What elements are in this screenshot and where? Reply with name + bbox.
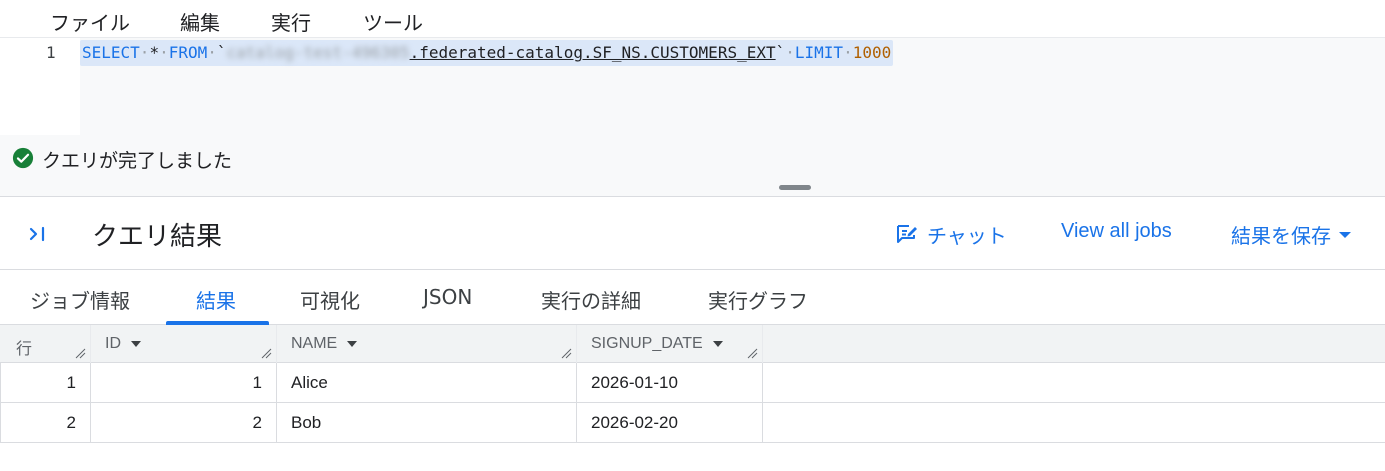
line-number: 1 (46, 43, 56, 62)
menu-file[interactable]: ファイル (50, 7, 130, 36)
table-header: 行 ID NAME SIGNUP_DATE (0, 325, 763, 363)
tab-json[interactable]: JSON (423, 285, 472, 309)
cell-row-number: 1 (0, 363, 91, 403)
sort-caret-icon (712, 341, 723, 347)
tab-execution-details[interactable]: 実行の詳細 (541, 285, 641, 314)
sort-caret-icon (347, 341, 358, 347)
cell-id[interactable]: 2 (91, 403, 277, 443)
column-header-id[interactable]: ID (91, 325, 277, 363)
line-gutter: 1 (0, 38, 80, 135)
column-header-row[interactable]: 行 (0, 325, 91, 363)
cell-name[interactable]: Bob (277, 403, 577, 443)
view-all-jobs-link[interactable]: View all jobs (1061, 220, 1172, 243)
keyword-limit: LIMIT (794, 43, 844, 62)
status-text: クエリが完了しました (42, 150, 233, 172)
tab-job-info[interactable]: ジョブ情報 (30, 285, 130, 314)
table-row[interactable]: 2 2 Bob 2026-02-20 (0, 403, 1385, 443)
code-line[interactable]: SELECT·*·FROM·`catalog-test-496305.feder… (80, 40, 894, 66)
table-row[interactable]: 1 1 Alice 2026-01-10 (0, 363, 1385, 403)
collapse-panel-icon[interactable] (28, 224, 50, 244)
cell-signup-date[interactable]: 2026-01-10 (577, 363, 763, 403)
column-label-signup-date: SIGNUP_DATE (591, 335, 723, 353)
column-label-row: 行 (16, 341, 33, 358)
tab-results[interactable]: 結果 (196, 285, 236, 314)
resize-drag-handle[interactable] (779, 185, 811, 190)
check-circle-icon (12, 147, 34, 169)
menu-edit[interactable]: 編集 (180, 7, 220, 36)
menu-run[interactable]: 実行 (271, 7, 311, 36)
cell-row-number: 2 (0, 403, 91, 443)
backtick-close: ` (775, 43, 786, 62)
cell-id[interactable]: 1 (91, 363, 277, 403)
keyword-select: SELECT (82, 43, 140, 62)
column-label-id: ID (105, 335, 141, 353)
backtick-open: ` (216, 43, 227, 62)
redacted-project-id: catalog-test-496305 (226, 43, 410, 62)
chat-button[interactable]: チャット (895, 220, 1007, 248)
results-tabs: ジョブ情報 結果 可視化 JSON 実行の詳細 実行グラフ (0, 271, 1385, 325)
results-title: クエリ結果 (92, 222, 223, 252)
results-header: クエリ結果 チャット View all jobs 結果を保存 (0, 198, 1385, 270)
menu-bar: ファイル 編集 実行 ツール (0, 0, 1385, 38)
code-area[interactable]: SELECT·*·FROM·`catalog-test-496305.feder… (80, 38, 1385, 135)
chat-edit-icon (897, 225, 917, 243)
column-resize-icon[interactable] (74, 347, 86, 359)
query-status-bar: クエリが完了しました (0, 135, 1385, 197)
column-resize-icon[interactable] (560, 347, 572, 359)
chevron-down-icon (1339, 231, 1351, 238)
column-resize-icon[interactable] (746, 347, 758, 359)
keyword-from: FROM (168, 43, 208, 62)
column-header-name[interactable]: NAME (277, 325, 577, 363)
select-star: * (149, 43, 160, 62)
save-results-label: 結果を保存 (1231, 224, 1331, 248)
sql-editor[interactable]: 1 SELECT·*·FROM·`catalog-test-496305.fed… (0, 38, 1385, 135)
table-header-filler (763, 325, 1385, 363)
column-label-name: NAME (291, 335, 358, 353)
column-resize-icon[interactable] (260, 347, 272, 359)
column-header-signup-date[interactable]: SIGNUP_DATE (577, 325, 763, 363)
sort-caret-icon (131, 341, 141, 347)
save-results-button[interactable]: 結果を保存 (1231, 220, 1351, 249)
cell-signup-date[interactable]: 2026-02-20 (577, 403, 763, 443)
limit-value: 1000 (852, 43, 892, 62)
table-path: .federated-catalog.SF_NS.CUSTOMERS_EXT (409, 43, 776, 62)
cell-name[interactable]: Alice (277, 363, 577, 403)
menu-tools[interactable]: ツール (363, 7, 423, 36)
tab-visualization[interactable]: 可視化 (300, 285, 360, 314)
tab-execution-graph[interactable]: 実行グラフ (708, 285, 808, 314)
chat-label: チャット (927, 223, 1007, 248)
